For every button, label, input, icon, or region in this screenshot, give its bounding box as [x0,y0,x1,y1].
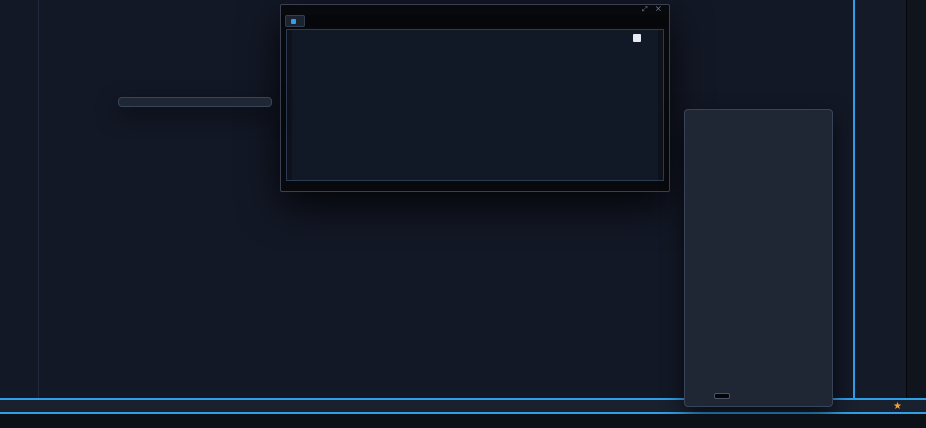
popup-status-dot [658,183,662,187]
left-price-axis[interactable] [0,0,39,398]
chart-context-menu [118,97,272,107]
notification-dot [896,381,903,388]
popup-mini-chart [286,29,664,181]
popup-right-sidebar [658,30,663,180]
popup-save-image-icon[interactable] [633,34,641,42]
favorite-star-icon[interactable]: ★ [893,401,902,412]
popup-window-icons[interactable]: ⤢ ✕ [642,6,664,14]
save-layout-menu [684,109,833,407]
screenshot-preview-popup: ⤢ ✕ [280,4,670,192]
save-tooltip [714,393,730,399]
popup-tab-main-chart[interactable] [285,15,305,27]
chart-tab-icon [291,19,296,24]
popup-left-toolbar [287,30,292,180]
chart-legend [44,4,68,55]
bottom-toolbar [0,414,926,428]
app-root: ⤢ ✕ [0,0,926,428]
right-sidebar [906,0,926,398]
right-price-axis[interactable] [853,0,910,398]
